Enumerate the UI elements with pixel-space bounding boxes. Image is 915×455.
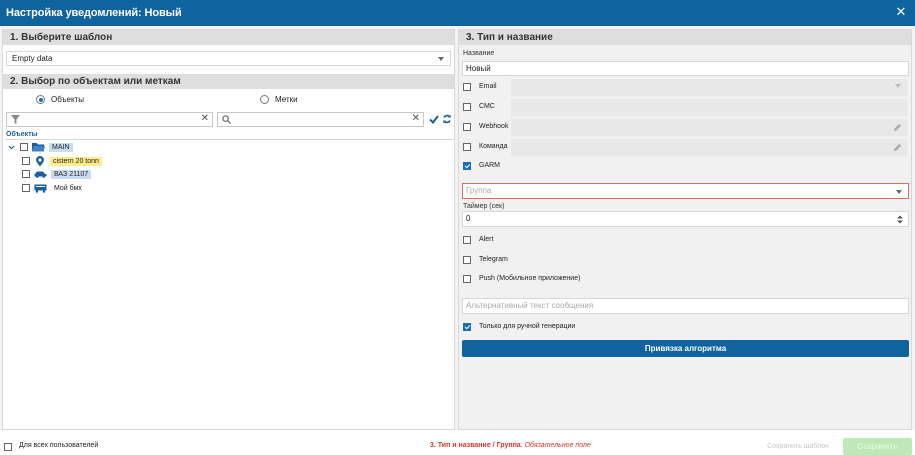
tree-title: Объекты <box>6 131 38 138</box>
clear-filter-icon[interactable]: ✕ <box>201 113 209 124</box>
search-input[interactable]: ✕ <box>217 112 424 127</box>
truck-icon <box>34 184 47 193</box>
stepper-icon[interactable] <box>897 215 903 224</box>
option-sms: СМС <box>459 98 911 116</box>
car-icon <box>34 171 47 178</box>
section-objects-title: 2. Выбор по объектам или меткам <box>3 74 454 89</box>
tree-checkbox[interactable] <box>22 157 30 165</box>
tree-checkbox[interactable] <box>22 184 30 192</box>
template-select[interactable]: Empty data <box>6 51 451 66</box>
dialog-body: 1. Выберите шаблон Empty data 2. Выбор п… <box>0 26 915 430</box>
garm-checkbox[interactable] <box>463 162 471 170</box>
radio-labels[interactable] <box>260 95 269 104</box>
folder-icon <box>32 143 45 152</box>
telegram-checkbox[interactable] <box>463 256 471 264</box>
tree-node-bmx[interactable]: Мой бмх <box>22 182 85 194</box>
webhook-checkbox[interactable] <box>463 123 471 131</box>
validation-error-section: 3. Тип и название / Группа <box>430 442 521 449</box>
chevron-down-icon <box>896 190 902 194</box>
timer-value: 0 <box>466 214 471 223</box>
filter-row: ✕ ✕ <box>3 109 454 129</box>
tree-node-label: Мой бмх <box>54 184 82 192</box>
option-garm: GARM <box>459 157 911 175</box>
left-panel: 1. Выберите шаблон Empty data 2. Выбор п… <box>2 29 455 430</box>
email-select[interactable] <box>511 79 907 96</box>
name-input[interactable]: Новый <box>462 61 909 76</box>
tree-node-label: cistern 20 tonn <box>50 156 102 166</box>
filter-icon <box>11 115 20 124</box>
template-select-value: Empty data <box>12 54 53 63</box>
push-label: Push (Мобильное приложение) <box>479 275 581 282</box>
refresh-icon[interactable] <box>442 114 452 124</box>
command-label: Команда <box>479 143 508 150</box>
tree-node-vaz[interactable]: ВАЗ 21107 <box>22 168 92 180</box>
validation-error-text: Обязательное поле <box>524 442 591 449</box>
email-checkbox[interactable] <box>463 83 471 91</box>
right-panel: 3. Тип и название Название Новый Email С… <box>458 29 912 430</box>
section-type-title: 3. Тип и название <box>459 30 911 45</box>
clear-search-icon[interactable]: ✕ <box>412 113 420 124</box>
search-icon <box>222 115 231 124</box>
group-select[interactable]: Группа <box>462 183 909 199</box>
save-template-button[interactable]: Сохранить шаблон <box>757 438 839 455</box>
option-telegram: Telegram <box>459 251 911 269</box>
webhook-field[interactable] <box>511 119 907 136</box>
command-checkbox[interactable] <box>463 143 471 151</box>
radio-objects[interactable] <box>36 95 45 104</box>
timer-label: Таймер (сек) <box>463 203 505 210</box>
window-titlebar: Настройка уведомлений: Новый ✕ <box>0 0 915 26</box>
validation-error: 3. Тип и название / Группа: Обязательное… <box>430 442 591 449</box>
map-pin-icon <box>36 155 44 166</box>
webhook-label: Webhook <box>479 123 509 130</box>
dialog-footer: Для всех пользователей 3. Тип и название… <box>0 430 915 455</box>
selection-mode: Объекты Метки <box>3 91 454 109</box>
chevron-down-icon <box>438 57 444 61</box>
radio-objects-label[interactable]: Объекты <box>51 95 84 105</box>
tree-checkbox[interactable] <box>22 170 30 178</box>
option-command: Команда <box>459 138 911 156</box>
tree-node-label: MAIN <box>49 142 73 152</box>
pencil-icon[interactable] <box>893 143 902 152</box>
group-select-placeholder: Группа <box>466 186 492 195</box>
section-template-title: 1. Выберите шаблон <box>3 30 454 45</box>
telegram-label: Telegram <box>479 256 508 263</box>
alt-text-input[interactable]: Альтернативный текст сообщения <box>462 298 909 314</box>
save-button[interactable]: Сохранить <box>843 438 912 455</box>
close-icon[interactable]: ✕ <box>895 5 907 18</box>
manual-only-label: Только для ручной генерации <box>479 323 576 330</box>
name-label: Название <box>463 50 495 57</box>
option-webhook: Webhook <box>459 118 911 136</box>
all-users-label: Для всех пользователей <box>19 442 99 449</box>
sms-checkbox[interactable] <box>463 103 471 111</box>
tree-node-main[interactable]: MAIN <box>8 141 73 153</box>
filter-input[interactable]: ✕ <box>6 112 213 127</box>
push-checkbox[interactable] <box>463 275 471 283</box>
alert-checkbox[interactable] <box>463 236 471 244</box>
tree-divider <box>5 139 454 140</box>
option-alert: Alert <box>459 231 911 249</box>
tree-node-label: ВАЗ 21107 <box>51 169 92 179</box>
timer-input[interactable]: 0 <box>462 211 909 227</box>
check-all-icon[interactable] <box>429 115 439 124</box>
bind-algorithm-button[interactable]: Привязка алгоритма <box>462 340 909 357</box>
tree-node-cistern[interactable]: cistern 20 tonn <box>22 155 102 167</box>
tree-checkbox[interactable] <box>20 143 28 151</box>
alert-label: Alert <box>479 236 494 243</box>
window-title: Настройка уведомлений: Новый <box>6 7 182 19</box>
email-label: Email <box>479 83 497 90</box>
option-push: Push (Мобильное приложение) <box>459 270 911 288</box>
option-email: Email <box>459 78 911 96</box>
sms-field[interactable] <box>511 99 907 116</box>
chevron-down-icon <box>895 84 901 88</box>
garm-label: GARM <box>479 162 500 169</box>
option-manual-only: Только для ручной генерации <box>459 318 911 336</box>
pencil-icon[interactable] <box>893 123 902 132</box>
command-field[interactable] <box>511 139 907 156</box>
sms-label: СМС <box>479 103 495 110</box>
manual-only-checkbox[interactable] <box>463 323 471 331</box>
radio-labels-label[interactable]: Метки <box>275 95 298 105</box>
chevron-down-icon[interactable] <box>8 144 15 151</box>
all-users-checkbox[interactable] <box>4 443 12 451</box>
